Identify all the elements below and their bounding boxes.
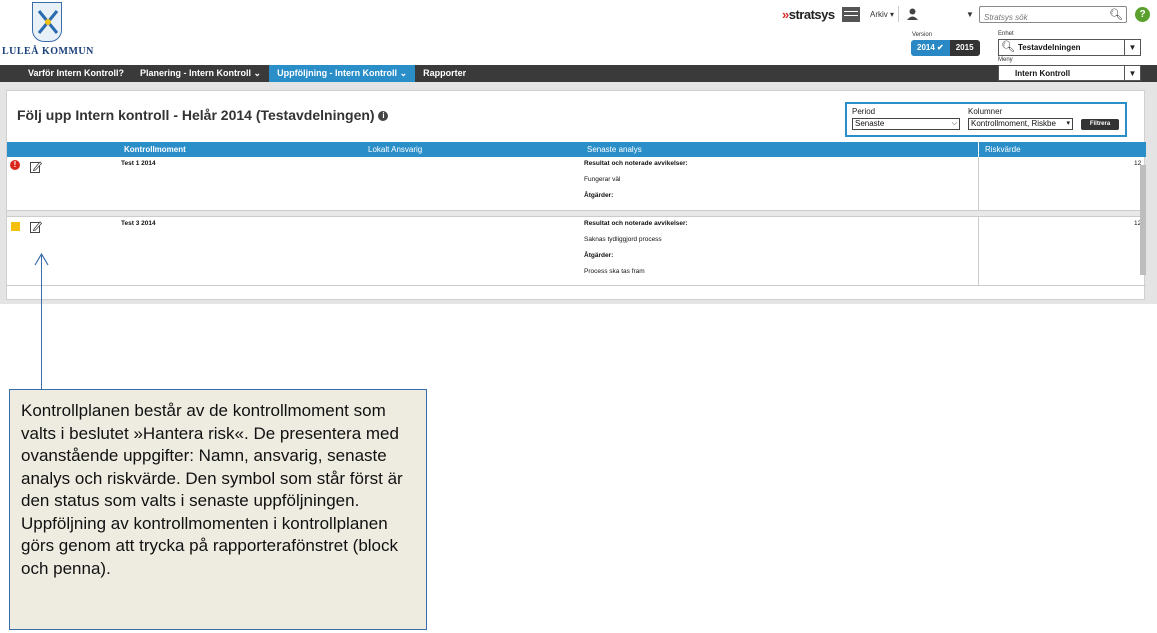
report-edit-icon[interactable] [30, 161, 43, 176]
content-area: Följ upp Intern kontroll - Helår 2014 (T… [0, 82, 1157, 304]
callout-pointer [41, 255, 42, 389]
col-kontrollmoment[interactable]: Kontrollmoment [124, 145, 186, 154]
version-2015[interactable]: 2015 [949, 40, 980, 56]
page-title: Följ upp Intern kontroll - Helår 2014 (T… [17, 107, 389, 123]
user-icon[interactable] [907, 8, 918, 23]
chevron-down-icon[interactable]: ▼ [1124, 66, 1140, 81]
divider [978, 142, 979, 157]
period-label: Period [852, 107, 876, 116]
version-label: Version [912, 32, 933, 38]
period-select[interactable]: Senaste ⌵ [852, 118, 960, 130]
filtrera-button[interactable]: Filtrera [1081, 119, 1119, 130]
search-input[interactable] [980, 10, 1100, 25]
status-red-icon: ! [10, 160, 20, 170]
top-header: LULEÅ KOMMUN »stratsys Arkiv ▾ ▼ 🔍︎ ? Ve… [0, 0, 1157, 66]
lulea-logo[interactable]: LULEÅ KOMMUN [2, 2, 94, 60]
search-box[interactable]: 🔍︎ [979, 6, 1127, 25]
col-senaste-analys[interactable]: Senaste analys [587, 145, 642, 154]
report-edit-icon[interactable] [30, 221, 43, 236]
actions-label: Åtgärder: [584, 192, 614, 199]
table-header: Kontrollmoment Lokalt Ansvarig Senaste a… [7, 142, 1146, 157]
nav-item-uppfoljning[interactable]: Uppföljning - Intern Kontroll ⌄ [269, 65, 416, 82]
result-label: Resultat och noterade avvikelser: [584, 160, 688, 167]
menu-icon[interactable] [842, 7, 860, 22]
main-nav: Varför Intern Kontroll? Planering - Inte… [0, 65, 1157, 82]
crest-icon [32, 2, 62, 42]
result-label: Resultat och noterade avvikelser: [584, 220, 688, 227]
callout-text-box: Kontrollplanen består av de kontrollmome… [9, 389, 427, 630]
col-riskvarde[interactable]: Riskvärde [985, 145, 1021, 154]
chevron-down-icon[interactable]: ▼ [1124, 40, 1140, 55]
nav-item-varfor[interactable]: Varför Intern Kontroll? [2, 65, 132, 82]
row-name: Test 3 2014 [121, 220, 156, 227]
meny-value: Intern Kontroll [1015, 69, 1071, 78]
col-lokalt-ansvarig[interactable]: Lokalt Ansvarig [368, 145, 422, 154]
kolumner-select[interactable]: Kontrollmoment, Riskbe ▾ [968, 118, 1073, 130]
filter-box: Period Senaste ⌵ Kolumner Kontrollmoment,… [845, 102, 1127, 137]
version-toggle[interactable]: 2014 ✔ 2015 [911, 40, 980, 56]
scrollbar[interactable] [1140, 165, 1146, 275]
actions-text: Process ska tas fram [584, 268, 645, 275]
followup-panel: Följ upp Intern kontroll - Helår 2014 (T… [6, 90, 1146, 300]
arkiv-dropdown[interactable]: Arkiv ▾ [870, 10, 894, 19]
meny-label: Meny [998, 57, 1013, 63]
arrow-up-icon [34, 252, 49, 266]
row-separator [7, 210, 1146, 217]
divider [898, 6, 899, 22]
result-text: Fungerar väl [584, 176, 621, 183]
row-name: Test 1 2014 [121, 160, 156, 167]
status-yellow-icon [10, 220, 20, 231]
kolumner-label: Kolumner [968, 107, 1003, 116]
table-row: Test 3 2014 Resultat och noterade avvike… [7, 217, 1146, 285]
nav-item-rapporter[interactable]: Rapporter [415, 65, 474, 82]
stratsys-logo: »stratsys [782, 7, 835, 22]
meny-select[interactable]: Intern Kontroll ▼ [998, 65, 1141, 81]
enhet-label: Enhet [998, 31, 1014, 37]
nav-item-planering[interactable]: Planering - Intern Kontroll ⌄ [132, 65, 269, 82]
version-2014[interactable]: 2014 ✔ [911, 40, 950, 56]
search-icon[interactable]: 🔍︎ [1001, 40, 1015, 53]
result-text: Saknas tydliggjord process [584, 236, 662, 243]
search-icon[interactable]: 🔍︎ [1109, 8, 1123, 21]
user-menu-caret[interactable]: ▼ [966, 10, 974, 19]
logo-text: LULEÅ KOMMUN [2, 46, 94, 57]
help-icon[interactable]: ? [1135, 7, 1150, 22]
enhet-select[interactable]: 🔍︎ Testavdelningen ▼ [998, 39, 1141, 56]
divider [7, 285, 1146, 286]
enhet-value: Testavdelningen [1018, 43, 1081, 52]
info-icon[interactable]: i [378, 111, 389, 122]
actions-label: Åtgärder: [584, 252, 614, 259]
table-row: ! Test 1 2014 Resultat och noterade avvi… [7, 157, 1146, 210]
